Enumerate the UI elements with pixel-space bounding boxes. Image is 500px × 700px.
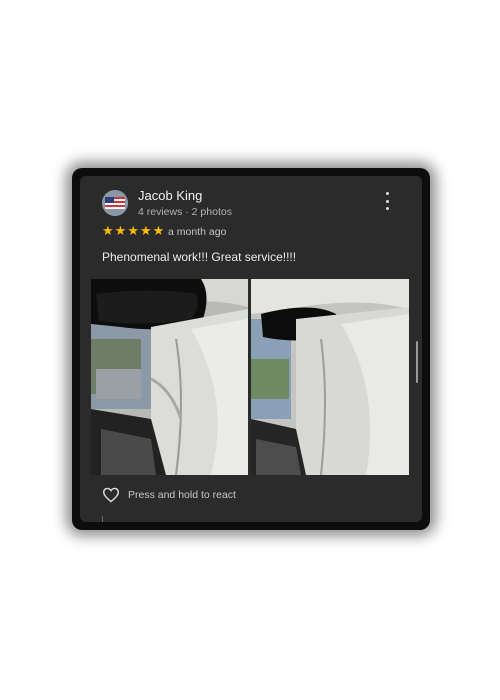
star-icon: ★ [139, 223, 152, 238]
review-photo-1[interactable] [91, 279, 248, 475]
react-label: Press and hold to react [128, 489, 236, 501]
review-card: Jacob King 4 reviews · 2 photos ★ ★ ★ ★ ★ a … [80, 176, 422, 522]
review-photo-2[interactable] [251, 279, 409, 475]
reviewer-meta: 4 reviews · 2 photos [138, 206, 232, 218]
divider [102, 516, 103, 522]
star-icon: ★ [102, 223, 114, 238]
scrollbar[interactable] [416, 341, 418, 383]
react-row[interactable]: Press and hold to react [102, 487, 236, 503]
review-text: Phenomenal work!!! Great service!!!! [102, 250, 297, 264]
reviewer-name[interactable]: Jacob King [138, 188, 202, 203]
star-icon: ★ [114, 223, 127, 238]
review-time: a month ago [168, 226, 227, 238]
heart-outline-icon [102, 487, 120, 503]
star-icon: ★ [152, 223, 165, 238]
more-vert-icon [385, 192, 389, 195]
star-rating: ★ ★ ★ ★ ★ [102, 224, 164, 237]
more-options-button[interactable] [380, 192, 394, 210]
avatar[interactable] [102, 190, 128, 216]
star-icon: ★ [127, 223, 139, 238]
